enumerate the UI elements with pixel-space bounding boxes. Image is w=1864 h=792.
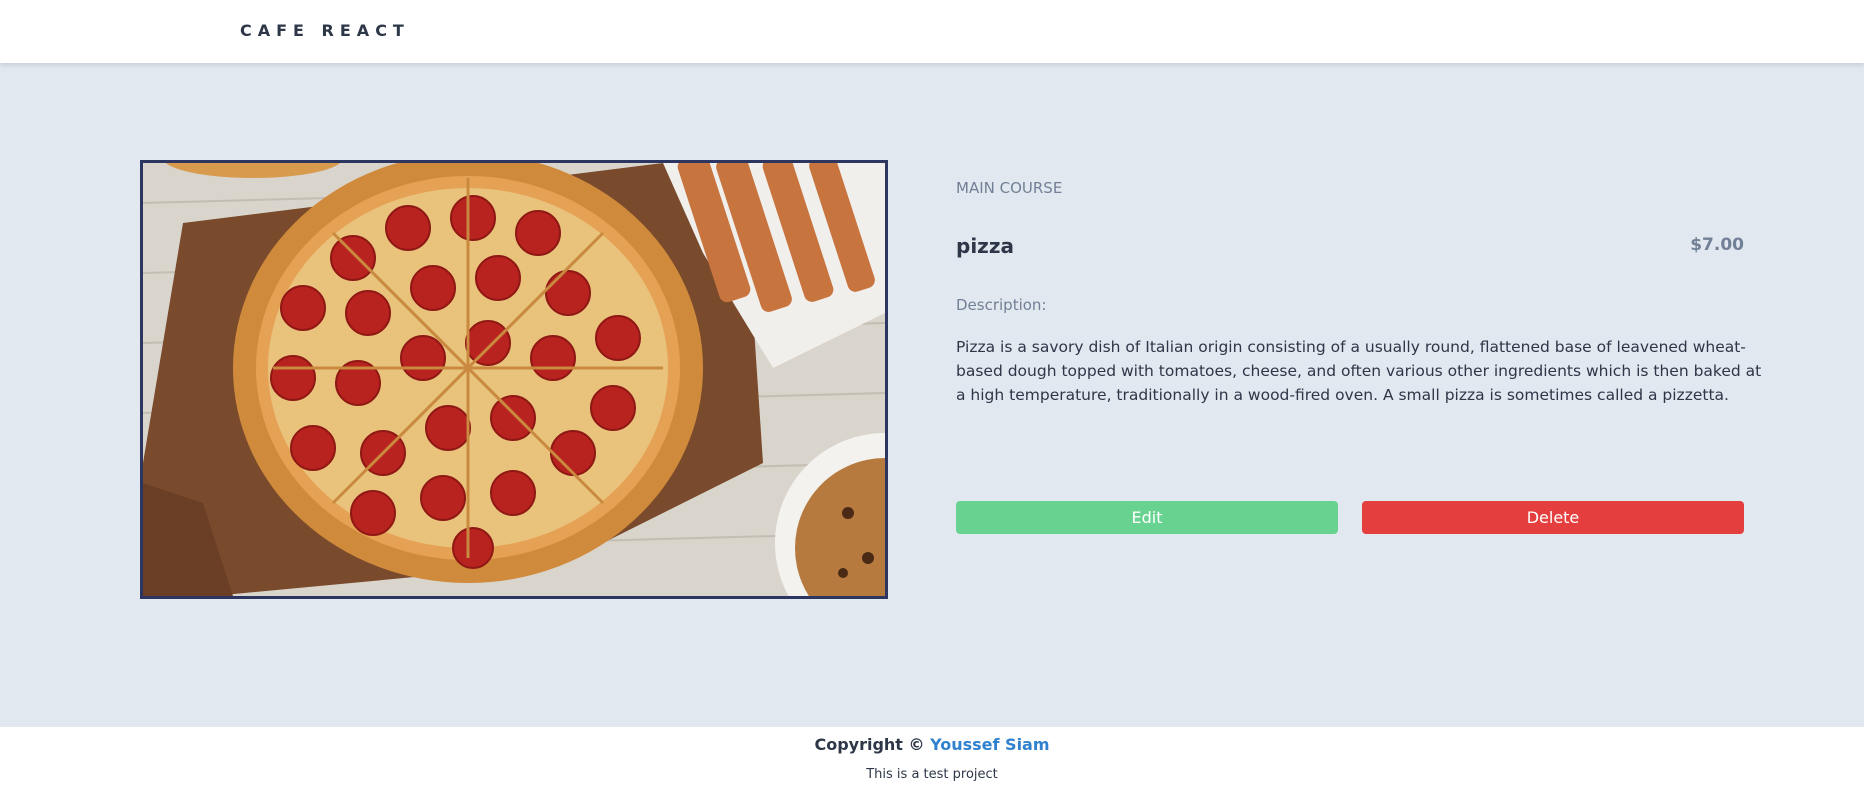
footer: Copyright © Youssef Siam This is a test …	[0, 727, 1864, 792]
item-image	[140, 160, 888, 599]
edit-button[interactable]: Edit	[956, 501, 1338, 534]
navbar: CAFE REACT	[0, 0, 1864, 63]
footer-tagline: This is a test project	[866, 767, 998, 782]
delete-button[interactable]: Delete	[1362, 501, 1744, 534]
pizza-image	[143, 163, 885, 596]
author-link[interactable]: Youssef Siam	[930, 735, 1049, 754]
item-name: pizza	[956, 234, 1014, 258]
item-detail: MAIN COURSE pizza $7.00 Description: Piz…	[0, 63, 1864, 727]
copyright-prefix: Copyright ©	[814, 735, 925, 754]
copyright: Copyright © Youssef Siam	[0, 735, 1864, 754]
item-price: $7.00	[1690, 235, 1744, 255]
item-description: Pizza is a savory dish of Italian origin…	[956, 338, 1762, 404]
item-category: MAIN COURSE	[956, 179, 1063, 197]
description-label: Description:	[956, 296, 1047, 314]
brand-logo[interactable]: CAFE REACT	[240, 21, 410, 40]
